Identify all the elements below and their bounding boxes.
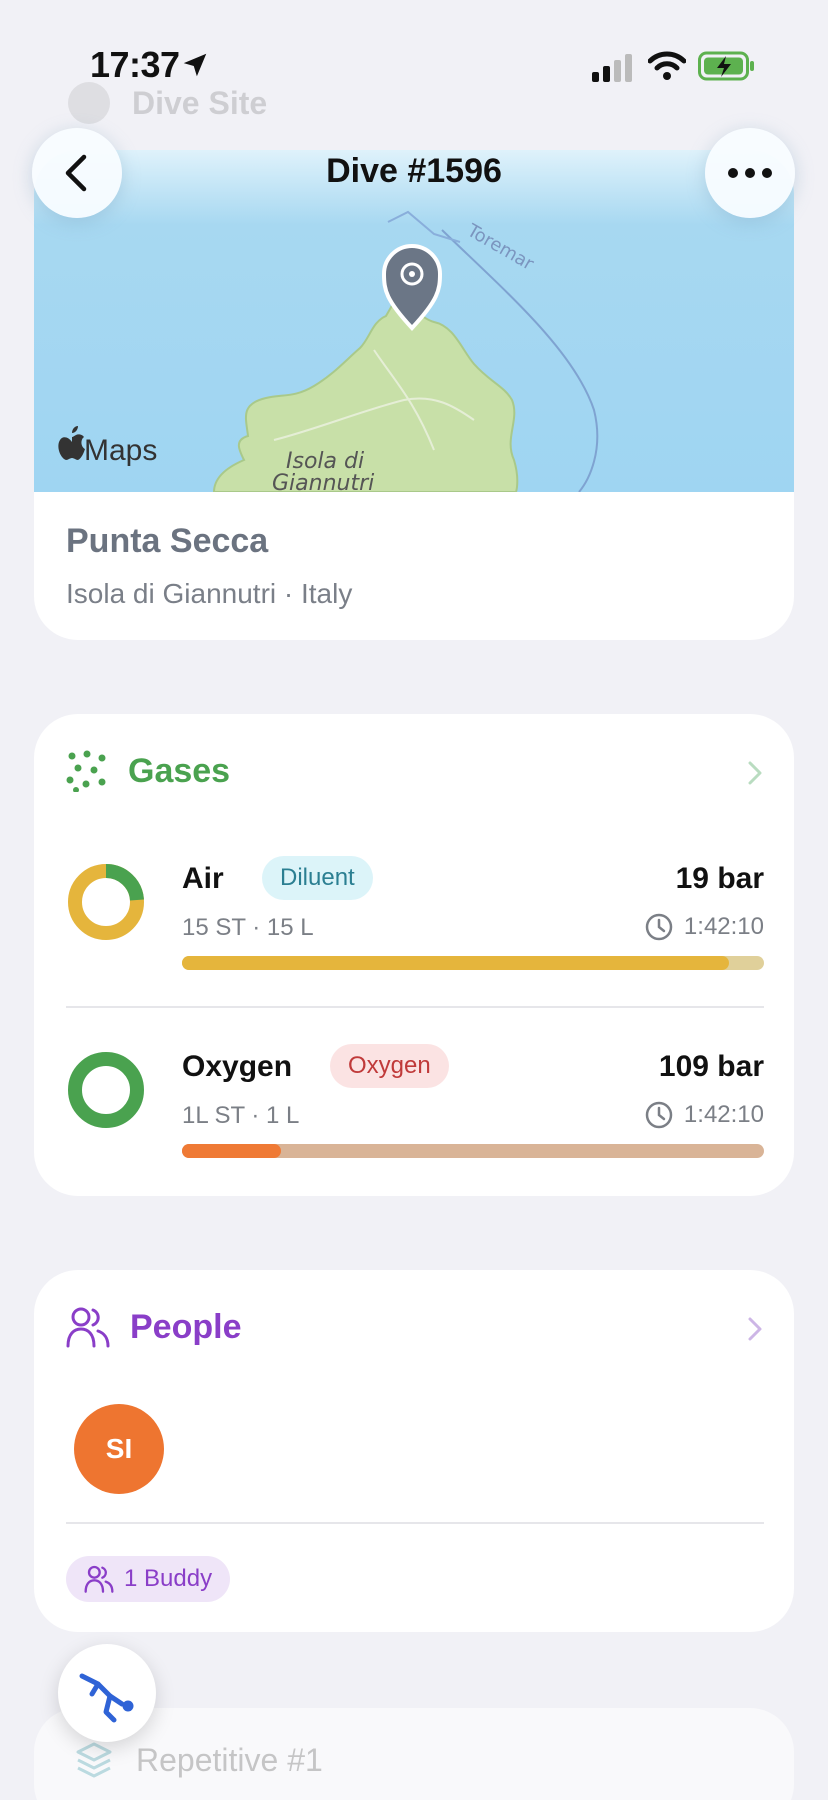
gases-header[interactable]: Gases (66, 750, 230, 792)
gas-name: Oxygen (182, 1050, 293, 1083)
battery-charging-icon (698, 51, 754, 81)
gas-pressure-bar (182, 956, 764, 970)
map-attribution: Maps (84, 434, 157, 467)
status-time: 17:37 (90, 44, 180, 85)
ellipsis-icon (728, 168, 772, 178)
gases-card[interactable]: Gases Air Diluent 19 bar 15 ST · 15 L 1:… (34, 714, 794, 1196)
layers-icon (76, 1742, 112, 1778)
faded-pin-icon (68, 82, 110, 124)
divider (66, 1006, 764, 1008)
cellular-signal-icon (592, 54, 632, 82)
buddy-count-label: 1 Buddy (124, 1565, 213, 1592)
diver-icon (79, 1673, 134, 1723)
diver-mode-button[interactable] (58, 1644, 156, 1742)
gas-pressure: 19 bar (675, 862, 764, 895)
gas-duration: 1:42:10 (644, 912, 764, 942)
location-arrow-icon (183, 53, 207, 77)
gases-title: Gases (128, 751, 231, 790)
site-subtitle: Isola di Giannutri · Italy (66, 578, 353, 609)
divider (66, 1522, 764, 1524)
gas-pressure-bar-fill (182, 1144, 281, 1158)
clock-icon (645, 913, 673, 941)
gases-bubbles-icon (66, 750, 106, 792)
gas-time-text: 1:42:10 (683, 913, 764, 940)
gas-pressure: 109 bar (658, 1050, 764, 1083)
map-label-route: Toremar (463, 220, 538, 275)
clock-icon (645, 1101, 673, 1129)
avatar[interactable]: SI (74, 1404, 164, 1494)
faded-label: Dive Site (132, 84, 268, 121)
map-label-island-line2: Giannutri (272, 471, 374, 492)
gas-mix-ring-icon (68, 863, 144, 940)
gas-pressure-bar (182, 1144, 764, 1158)
people-header[interactable]: People (66, 1306, 241, 1348)
gas-pressure-bar-fill (182, 956, 730, 970)
map-view[interactable]: Toremar Isola di Giannutri Maps (34, 150, 794, 496)
chevron-right-icon[interactable] (744, 758, 766, 788)
page-title: Dive #1596 (326, 152, 502, 190)
repetitive-label: Repetitive #1 (136, 1741, 323, 1778)
people-title: People (130, 1307, 242, 1346)
people-card[interactable]: People SI 1 Buddy (34, 1270, 794, 1632)
gas-tank: 1L ST · 1 L (182, 1102, 300, 1129)
wifi-icon (648, 51, 686, 80)
map-graphic: Toremar Isola di Giannutri Maps (58, 210, 599, 496)
gas-duration: 1:42:10 (644, 1100, 764, 1130)
more-options-button[interactable] (705, 128, 795, 218)
gas-item-oxygen[interactable]: Oxygen Oxygen 109 bar 1L ST · 1 L 1:42:1… (66, 1044, 764, 1160)
buddy-people-icon (84, 1565, 114, 1593)
gas-item-air[interactable]: Air Diluent 19 bar 15 ST · 15 L 1:42:10 (66, 856, 764, 972)
dive-site-card[interactable]: Toremar Isola di Giannutri Maps Punta Se… (34, 150, 794, 640)
gas-role-badge: Diluent (262, 856, 373, 900)
repetitive-header[interactable]: Repetitive #1 (74, 1740, 323, 1780)
apple-logo-icon (58, 426, 85, 460)
gas-tank: 15 ST · 15 L (182, 914, 314, 941)
chevron-right-icon[interactable] (744, 1314, 766, 1344)
gas-role-badge: Oxygen (330, 1044, 449, 1088)
site-name: Punta Secca (66, 522, 269, 560)
gas-time-text: 1:42:10 (683, 1101, 764, 1128)
faded-section-header: Dive Site (68, 82, 267, 124)
gas-name: Air (182, 862, 224, 895)
buddy-count-badge[interactable]: 1 Buddy (66, 1556, 231, 1602)
people-icon (66, 1307, 110, 1348)
gas-mix-ring-icon (68, 1052, 144, 1128)
